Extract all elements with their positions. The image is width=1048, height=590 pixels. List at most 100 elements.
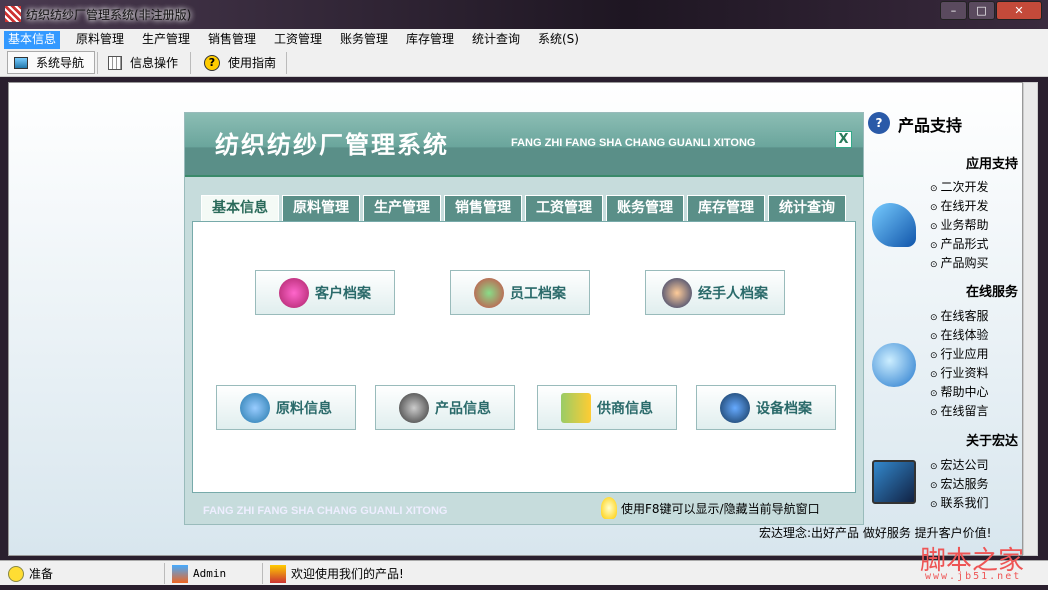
- menu-sales[interactable]: 销售管理: [204, 31, 260, 49]
- app-icon: [5, 6, 21, 22]
- panel-close-icon[interactable]: X: [835, 131, 852, 148]
- menu-wages[interactable]: 工资管理: [270, 31, 326, 49]
- link-item[interactable]: 在线留言: [930, 402, 989, 419]
- menu-production[interactable]: 生产管理: [138, 31, 194, 49]
- window-title: 纺织纺纱厂管理系统(非注册版): [26, 8, 192, 22]
- warning-icon: [8, 565, 24, 582]
- tip-text: 使用F8键可以显示/隐藏当前导航窗口: [621, 501, 820, 516]
- button-label: 供商信息: [597, 400, 653, 417]
- button-label: 产品信息: [435, 400, 491, 417]
- menu-system[interactable]: 系统(S): [534, 31, 583, 49]
- button-label: 员工档案: [510, 285, 566, 302]
- tab-production[interactable]: 生产管理: [363, 195, 441, 221]
- handler-records-button[interactable]: 经手人档案: [645, 270, 785, 315]
- minimize-button[interactable]: –: [940, 1, 967, 20]
- toolbar: 系统导航 信息操作 ? 使用指南: [0, 49, 1048, 77]
- status-text: Admin: [193, 567, 227, 580]
- link-item[interactable]: 在线客服: [930, 307, 989, 324]
- monitor-icon: [872, 460, 916, 504]
- f8-tip: 使用F8键可以显示/隐藏当前导航窗口: [601, 497, 820, 519]
- tab-wages[interactable]: 工资管理: [525, 195, 603, 221]
- system-nav-button[interactable]: 系统导航: [7, 51, 95, 74]
- link-item[interactable]: 行业应用: [930, 345, 989, 362]
- grid-icon: [108, 55, 122, 70]
- film-reel-icon: [399, 392, 429, 423]
- globe-icon: [872, 343, 916, 387]
- section-heading: 在线服务: [965, 285, 1018, 300]
- equipment-records-button[interactable]: 设备档案: [696, 385, 836, 430]
- customers-icon: [279, 277, 309, 308]
- divider: [262, 563, 263, 584]
- user-guide-button[interactable]: ? 使用指南: [198, 51, 282, 74]
- company-motto: 宏达理念:出好产品 做好服务 提升客户价值!: [759, 526, 992, 540]
- tab-sales[interactable]: 销售管理: [444, 195, 522, 221]
- section-heading: 应用支持: [965, 157, 1018, 172]
- button-label: 原料信息: [276, 400, 332, 417]
- divider: [97, 52, 98, 74]
- tab-material[interactable]: 原料管理: [282, 195, 360, 221]
- maximize-button[interactable]: □: [968, 1, 995, 20]
- window-icon: [14, 56, 28, 69]
- button-label: 使用指南: [228, 56, 277, 70]
- divider: [286, 52, 287, 74]
- panel-footer-text: FANG ZHI FANG SHA CHANG GUANLI XITONG: [203, 505, 448, 517]
- lightbulb-icon: [601, 497, 617, 519]
- button-label: 系统导航: [36, 56, 85, 70]
- tab-content: 客户档案 员工档案 经手人档案 原料信息 产品信息 供商信息 设备档案: [192, 221, 856, 493]
- panel-title: 纺织纺纱厂管理系统: [215, 131, 449, 159]
- info-ops-button[interactable]: 信息操作: [102, 51, 184, 74]
- link-item[interactable]: 行业资料: [930, 364, 989, 381]
- link-item[interactable]: 宏达公司: [930, 456, 989, 473]
- title-bar: 纺织纺纱厂管理系统(非注册版) – □ ✕: [0, 0, 1048, 29]
- link-item[interactable]: 帮助中心: [930, 383, 989, 400]
- material-icon: [240, 392, 270, 423]
- tab-basic-info[interactable]: 基本信息: [201, 195, 279, 221]
- status-ready: 准备: [8, 564, 53, 583]
- supplier-info-button[interactable]: 供商信息: [537, 385, 677, 430]
- employee-records-button[interactable]: 员工档案: [450, 270, 590, 315]
- link-item[interactable]: 二次开发: [930, 178, 989, 195]
- button-label: 经手人档案: [698, 285, 768, 302]
- link-item[interactable]: 业务帮助: [930, 216, 989, 233]
- tab-inventory[interactable]: 库存管理: [687, 195, 765, 221]
- menu-accounts[interactable]: 账务管理: [336, 31, 392, 49]
- user-icon: [172, 564, 188, 583]
- navigation-panel: 纺织纺纱厂管理系统 FANG ZHI FANG SHA CHANG GUANLI…: [184, 112, 864, 525]
- help-icon: ?: [204, 54, 220, 71]
- close-button[interactable]: ✕: [996, 1, 1042, 20]
- supplier-icon: [561, 392, 591, 423]
- status-text: 欢迎使用我们的产品!: [291, 567, 404, 581]
- button-label: 信息操作: [130, 56, 179, 70]
- tab-accounts[interactable]: 账务管理: [606, 195, 684, 221]
- menu-inventory[interactable]: 库存管理: [402, 31, 458, 49]
- link-item[interactable]: 在线开发: [930, 197, 989, 214]
- support-title: 产品支持: [898, 116, 963, 135]
- section-heading: 关于宏达: [965, 434, 1018, 449]
- vertical-scrollbar[interactable]: [1023, 82, 1038, 556]
- link-item[interactable]: 产品购买: [930, 254, 989, 271]
- status-user: Admin: [172, 564, 226, 583]
- watermark-url: www.jb51.net: [925, 571, 1022, 582]
- menu-basic-info[interactable]: 基本信息: [4, 31, 61, 49]
- menu-bar: 基本信息 原料管理 生产管理 销售管理 工资管理 账务管理 库存管理 统计查询 …: [0, 29, 1048, 49]
- panel-header: 纺织纺纱厂管理系统 FANG ZHI FANG SHA CHANG GUANLI…: [185, 113, 863, 177]
- divider: [190, 52, 191, 74]
- help-icon: ?: [868, 112, 890, 134]
- divider: [164, 563, 165, 584]
- material-info-button[interactable]: 原料信息: [216, 385, 356, 430]
- link-item[interactable]: 在线体验: [930, 326, 989, 343]
- status-message: 欢迎使用我们的产品!: [270, 564, 404, 583]
- person-icon: [662, 277, 692, 308]
- customer-records-button[interactable]: 客户档案: [255, 270, 395, 315]
- link-item[interactable]: 产品形式: [930, 235, 989, 252]
- gear-icon: [720, 392, 750, 423]
- link-item[interactable]: 联系我们: [930, 494, 989, 511]
- status-text: 准备: [29, 567, 54, 581]
- menu-material[interactable]: 原料管理: [72, 31, 128, 49]
- employees-icon: [474, 277, 504, 308]
- tab-statistics[interactable]: 统计查询: [768, 195, 846, 221]
- product-info-button[interactable]: 产品信息: [375, 385, 515, 430]
- button-label: 客户档案: [315, 285, 371, 302]
- link-item[interactable]: 宏达服务: [930, 475, 989, 492]
- menu-statistics[interactable]: 统计查询: [468, 31, 524, 49]
